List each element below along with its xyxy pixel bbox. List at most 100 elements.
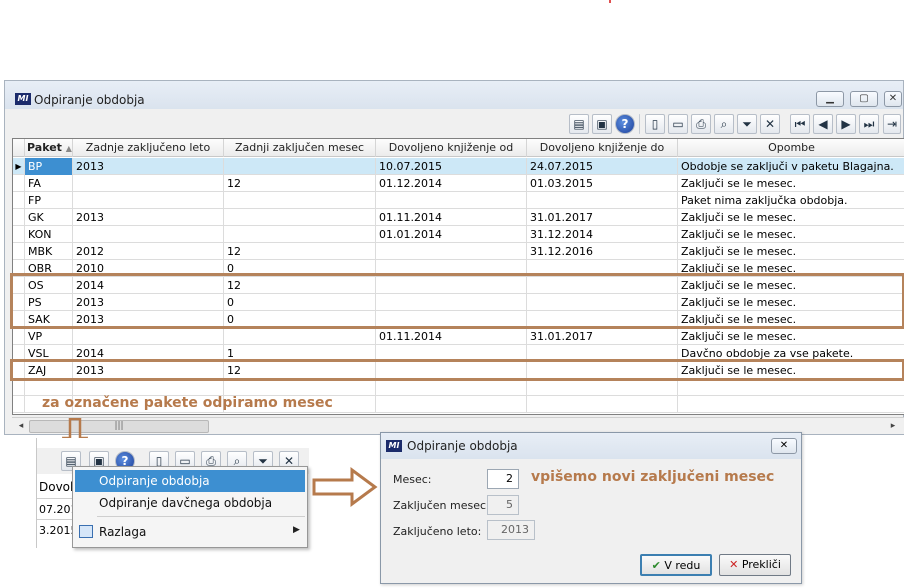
dialog-close-button[interactable]: ✕ — [771, 438, 797, 454]
app-logo-icon: MI — [386, 440, 402, 452]
cell-knjizenje-do[interactable] — [527, 379, 678, 396]
table-row[interactable]: GK 2013 01.11.2014 31.01.2017 Zaključi se le… — [13, 209, 904, 226]
table-row[interactable]: FP Paket nima zaključka obdobja. — [13, 192, 904, 209]
cell-opombe[interactable]: Zaključi se le mesec. — [678, 175, 904, 192]
cell-zadnje-leto[interactable] — [73, 226, 224, 243]
maximize-button[interactable]: ▢ — [850, 91, 878, 107]
close-button[interactable]: ✕ — [884, 91, 902, 107]
right-arrow-annotation — [312, 467, 378, 507]
cell-knjizenje-od[interactable]: 01.01.2014 — [376, 226, 527, 243]
cell-opombe[interactable]: Obdobje se zaključi v paketu Blagajna. — [678, 158, 904, 175]
cell-zadnji-mesec[interactable] — [224, 192, 376, 209]
cancel-button[interactable]: ✕ Prekliči — [719, 554, 791, 576]
cell-knjizenje-od[interactable]: 01.11.2014 — [376, 209, 527, 226]
cell-knjizenje-od[interactable] — [376, 396, 527, 413]
minimize-button[interactable]: ▁ — [816, 91, 844, 107]
column-header-zadnji-mesec[interactable]: Zadnji zaključen mesec — [224, 139, 376, 157]
cell-knjizenje-do[interactable] — [527, 192, 678, 209]
cell-zadnje-leto[interactable]: 2013 — [73, 158, 224, 175]
card-icon[interactable]: ▣ — [592, 114, 612, 134]
cell-zadnje-leto[interactable] — [73, 379, 224, 396]
cell-opombe[interactable]: Paket nima zaključka obdobja. — [678, 192, 904, 209]
cell-zadnji-mesec[interactable] — [224, 379, 376, 396]
cell-paket[interactable]: KON — [25, 226, 73, 243]
cell-opombe[interactable]: Zaključi se le mesec. — [678, 209, 904, 226]
cell-knjizenje-do[interactable]: 31.01.2017 — [527, 328, 678, 345]
cell-knjizenje-od[interactable] — [376, 379, 527, 396]
cell-opombe[interactable] — [678, 396, 904, 413]
cell-opombe[interactable]: Zaključi se le mesec. — [678, 243, 904, 260]
column-header-knjizenje-do[interactable]: Dovoljeno knjiženje do — [527, 139, 678, 157]
cell-paket[interactable]: MBK — [25, 243, 73, 260]
menu-item-odpiranje-davcnega-obdobja[interactable]: Odpiranje davčnega obdobja — [75, 492, 305, 514]
previous-record-icon[interactable]: ◀ — [813, 114, 833, 134]
delete-icon[interactable]: ✕ — [760, 114, 780, 134]
table-row[interactable]: VP 01.11.2014 31.01.2017 Zaključi se le mes… — [13, 328, 904, 345]
search-icon[interactable]: ⌕ — [714, 114, 734, 134]
column-header-zadnje-leto[interactable]: Zadnje zaključeno leto — [73, 139, 224, 157]
mesec-input[interactable]: 2 — [487, 469, 519, 489]
table-row[interactable]: MBK 2012 12 31.12.2016 Zaključi se le mesec. — [13, 243, 904, 260]
print-icon[interactable]: ⎙ — [691, 114, 711, 134]
row-indicator — [13, 209, 25, 226]
column-header-opombe[interactable]: Opombe — [678, 139, 904, 157]
cell-zadnji-mesec[interactable]: 12 — [224, 175, 376, 192]
ok-button[interactable]: ✔ V redu — [640, 554, 712, 576]
cell-zadnji-mesec[interactable] — [224, 226, 376, 243]
cell-knjizenje-do[interactable] — [527, 396, 678, 413]
menu-item-odpiranje-obdobja[interactable]: Odpiranje obdobja — [75, 470, 305, 492]
new-document-icon[interactable]: ▯ — [645, 114, 665, 134]
column-header-paket[interactable]: Paket ▲ — [25, 139, 73, 157]
cell-zadnji-mesec[interactable] — [224, 209, 376, 226]
cell-zadnji-mesec[interactable]: 12 — [224, 243, 376, 260]
scroll-left-icon[interactable]: ◂ — [14, 420, 28, 433]
cell-paket[interactable]: GK — [25, 209, 73, 226]
menu-item-razlaga[interactable]: Razlaga — [75, 521, 305, 543]
open-folder-icon[interactable]: ▭ — [668, 114, 688, 134]
cell-paket[interactable]: BP — [25, 158, 73, 175]
cell-knjizenje-od[interactable] — [376, 243, 527, 260]
submenu-arrow-icon: ▶ — [293, 525, 300, 535]
filter-icon[interactable]: ⏷ — [737, 114, 757, 134]
report-icon[interactable]: ▤ — [569, 114, 589, 134]
cell-opombe[interactable] — [678, 379, 904, 396]
table-row[interactable] — [13, 379, 904, 396]
cell-zadnje-leto[interactable] — [73, 175, 224, 192]
cell-knjizenje-do[interactable]: 31.01.2017 — [527, 209, 678, 226]
first-record-icon[interactable]: ⏮ — [790, 114, 810, 134]
exit-icon[interactable]: ⇥ — [883, 114, 901, 134]
cell-knjizenje-do[interactable]: 31.12.2016 — [527, 243, 678, 260]
cell-knjizenje-do[interactable]: 31.12.2014 — [527, 226, 678, 243]
annotation-marked-packages: za označene pakete odpiramo mesec — [42, 395, 333, 411]
column-header-knjizenje-od[interactable]: Dovoljeno knjiženje od — [376, 139, 527, 157]
cell-knjizenje-od[interactable]: 10.07.2015 — [376, 158, 527, 175]
table-row[interactable]: KON 01.01.2014 31.12.2014 Zaključi se le me… — [13, 226, 904, 243]
table-row[interactable]: ▶ BP 2013 10.07.2015 24.07.2015 Obdobje se za… — [13, 158, 904, 175]
cell-knjizenje-od[interactable] — [376, 192, 527, 209]
cell-paket[interactable]: VP — [25, 328, 73, 345]
cell-zadnje-leto[interactable] — [73, 192, 224, 209]
sort-asc-icon: ▲ — [65, 144, 72, 153]
cell-knjizenje-do[interactable]: 01.03.2015 — [527, 175, 678, 192]
cell-zadnji-mesec[interactable] — [224, 158, 376, 175]
cell-paket[interactable] — [25, 379, 73, 396]
cell-knjizenje-od[interactable]: 01.11.2014 — [376, 328, 527, 345]
next-record-icon[interactable]: ▶ — [836, 114, 856, 134]
cell-opombe[interactable]: Zaključi se le mesec. — [678, 328, 904, 345]
last-record-icon[interactable]: ⏭ — [859, 114, 879, 134]
cell-knjizenje-od[interactable]: 01.12.2014 — [376, 175, 527, 192]
cell-zadnje-leto[interactable] — [73, 328, 224, 345]
cell-zadnje-leto[interactable]: 2013 — [73, 209, 224, 226]
cell-paket[interactable]: FA — [25, 175, 73, 192]
cell-zadnje-leto[interactable]: 2012 — [73, 243, 224, 260]
help-icon[interactable]: ? — [615, 114, 635, 134]
scroll-right-icon[interactable]: ▸ — [886, 420, 900, 433]
scrollbar-thumb[interactable]: ||| — [29, 420, 209, 433]
cell-opombe[interactable]: Zaključi se le mesec. — [678, 226, 904, 243]
cell-knjizenje-do[interactable]: 24.07.2015 — [527, 158, 678, 175]
crop-grid-fragment: Dovolj 07.2015 3.2015 — [37, 476, 85, 548]
cell-paket[interactable]: FP — [25, 192, 73, 209]
cell-zadnji-mesec[interactable] — [224, 328, 376, 345]
row-indicator — [13, 396, 25, 413]
table-row[interactable]: FA 12 01.12.2014 01.03.2015 Zaključi se le m… — [13, 175, 904, 192]
